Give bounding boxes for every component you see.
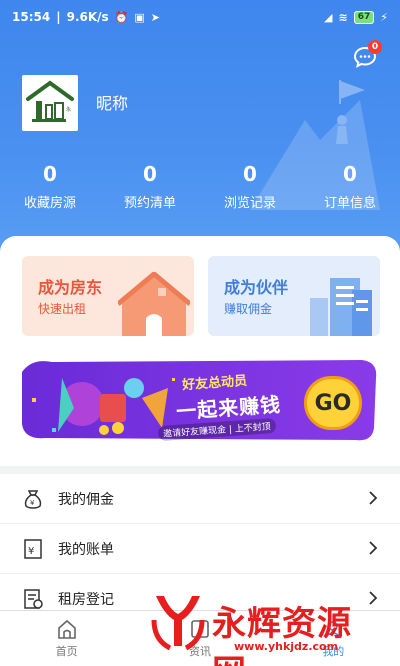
profile-header: 15:54 | 9.6K/s ⏰ ▣ ➤ ◢ ≋ 67 ⚡ 0 永 昵称 0 收…	[0, 0, 400, 270]
chevron-right-icon	[369, 541, 378, 555]
stat-value: 0	[43, 162, 57, 186]
tab-label: 首页	[55, 645, 78, 658]
status-time: 15:54	[12, 10, 51, 24]
bill-icon: ¥	[24, 538, 42, 559]
watermark-text: 永辉资源网	[212, 604, 352, 666]
logo-icon: 永	[22, 75, 78, 131]
stat-label: 预约清单	[123, 196, 176, 211]
svg-text:¥: ¥	[30, 499, 35, 507]
message-badge: 0	[368, 40, 382, 54]
site-watermark: 永辉资源网 www.yhkjdz.com	[150, 590, 386, 666]
house-icon	[118, 272, 190, 336]
stat-label: 收藏房源	[23, 196, 76, 211]
promo-subtitle: 快速出租	[38, 302, 87, 316]
menu-item-commission[interactable]: ¥ 我的佣金	[0, 474, 400, 524]
stat-value: 0	[343, 162, 357, 186]
tab-home[interactable]: 首页	[0, 611, 133, 666]
promo-title: 成为伙伴	[224, 278, 289, 297]
become-landlord-card[interactable]: 成为房东 快速出租	[22, 256, 194, 336]
stat-favorites[interactable]: 0 收藏房源	[0, 162, 100, 211]
battery-indicator: 67	[353, 10, 375, 24]
stat-appointments[interactable]: 0 预约清单	[100, 162, 200, 211]
wifi-icon: ≋	[338, 10, 348, 24]
stats-row: 0 收藏房源 0 预约清单 0 浏览记录 0 订单信息	[0, 162, 400, 211]
watermark-url: www.yhkjdz.com	[234, 640, 339, 653]
stat-value: 0	[243, 162, 257, 186]
invite-friends-banner[interactable]: 好友总动员 一起来赚钱 邀请好友赚现金 | 上不封顶 GO	[22, 358, 378, 442]
svg-text:永: 永	[66, 106, 71, 113]
svg-text:¥: ¥	[28, 546, 34, 557]
building-icon	[310, 278, 372, 336]
menu-item-bills[interactable]: ¥ 我的账单	[0, 524, 400, 574]
signal-icon: ◢	[324, 10, 333, 24]
become-partner-card[interactable]: 成为伙伴 赚取佣金	[208, 256, 380, 336]
stat-value: 0	[143, 162, 157, 186]
stat-orders[interactable]: 0 订单信息	[300, 162, 400, 211]
charging-icon: ⚡	[380, 10, 388, 24]
stat-label: 订单信息	[323, 196, 376, 211]
promo-subtitle: 赚取佣金	[224, 302, 273, 316]
alarm-icon: ⏰	[114, 10, 129, 24]
home-icon	[57, 619, 76, 639]
chevron-right-icon	[369, 491, 378, 505]
menu-label: 我的账单	[58, 541, 114, 558]
app-notification-icon: ▣	[134, 10, 145, 24]
location-icon: ➤	[150, 10, 161, 24]
watermark-logo-icon	[151, 596, 205, 651]
nickname[interactable]: 昵称	[96, 90, 128, 114]
register-icon	[24, 588, 43, 609]
menu-label: 租房登记	[58, 591, 114, 608]
status-bar: 15:54 | 9.6K/s ⏰ ▣ ➤ ◢ ≋ 67 ⚡	[12, 10, 388, 24]
go-button[interactable]: GO	[304, 376, 362, 430]
status-speed: 9.6K/s	[66, 10, 109, 24]
stat-history[interactable]: 0 浏览记录	[200, 162, 300, 211]
menu-label: 我的佣金	[58, 491, 114, 508]
message-button[interactable]: 0	[352, 40, 382, 70]
stat-label: 浏览记录	[223, 196, 276, 211]
promo-title: 成为房东	[38, 278, 103, 297]
avatar[interactable]: 永	[22, 75, 78, 131]
wallet-icon: ¥	[24, 489, 42, 509]
